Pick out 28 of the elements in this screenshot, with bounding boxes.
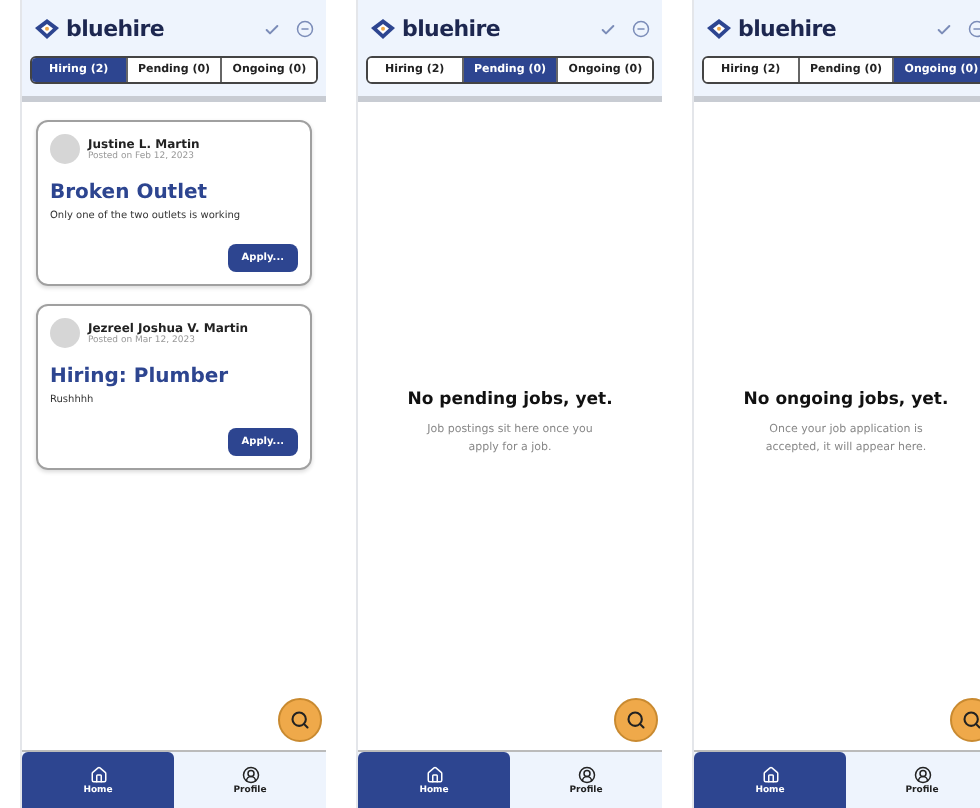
- brand-name: bluehire: [402, 16, 501, 42]
- avatar: [50, 134, 80, 164]
- search-icon: [962, 710, 980, 730]
- search-icon: [290, 710, 310, 730]
- profile-icon: [241, 765, 259, 783]
- diamond-logo-icon: [34, 18, 60, 40]
- avatar: [50, 318, 80, 348]
- search-icon: [626, 710, 646, 730]
- brand-name: bluehire: [738, 16, 837, 42]
- empty-title: No ongoing jobs, yet.: [743, 390, 949, 410]
- home-icon: [425, 765, 443, 783]
- brand-name: bluehire: [66, 16, 165, 42]
- home-icon: [761, 765, 779, 783]
- check-icon[interactable]: [264, 21, 280, 37]
- search-button[interactable]: [278, 698, 322, 742]
- check-icon[interactable]: [936, 21, 952, 37]
- check-icon[interactable]: [600, 21, 616, 37]
- search-button[interactable]: [614, 698, 658, 742]
- profile-icon: [577, 765, 595, 783]
- minus-circle-icon[interactable]: [632, 20, 650, 38]
- profile-icon: [913, 765, 931, 783]
- minus-circle-icon[interactable]: [296, 20, 314, 38]
- diamond-logo-icon: [706, 18, 732, 40]
- diamond-logo-icon: [370, 18, 396, 40]
- home-icon: [89, 765, 107, 783]
- empty-title: No pending jobs, yet.: [407, 390, 613, 410]
- job-title: Hiring: Plumber: [50, 366, 231, 388]
- job-title: Broken Outlet: [50, 182, 210, 204]
